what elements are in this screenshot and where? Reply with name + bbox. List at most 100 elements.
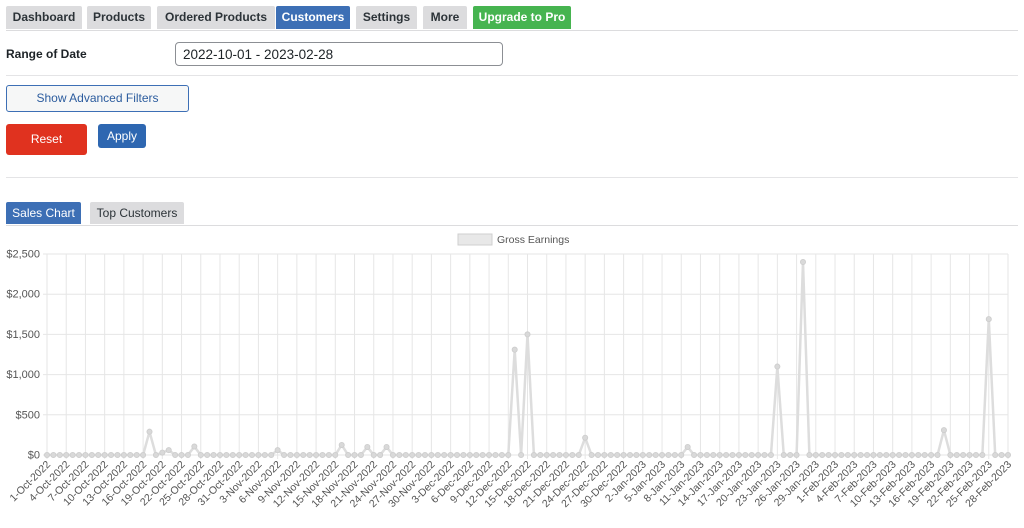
data-point <box>806 451 813 458</box>
data-point <box>780 451 787 458</box>
data-point <box>338 441 345 448</box>
y-tick-label: $2,500 <box>6 249 40 261</box>
apply-button[interactable]: Apply <box>98 124 146 148</box>
data-point <box>377 451 384 458</box>
data-point <box>159 449 166 456</box>
data-point <box>210 451 217 458</box>
data-point <box>140 451 147 458</box>
data-point <box>710 451 717 458</box>
main-nav-tabs: Dashboard Products Ordered Products Cust… <box>6 6 1018 31</box>
data-point <box>844 451 851 458</box>
data-point <box>441 451 448 458</box>
data-point <box>767 451 774 458</box>
data-point <box>332 451 339 458</box>
data-point <box>415 451 422 458</box>
data-point <box>543 451 550 458</box>
data-point <box>300 451 307 458</box>
data-point <box>396 451 403 458</box>
data-point <box>985 316 992 323</box>
data-point <box>627 451 634 458</box>
y-tick-label: $500 <box>16 409 40 421</box>
data-point <box>63 451 70 458</box>
data-point <box>947 451 954 458</box>
chart-tabs: Sales Chart Top Customers <box>6 202 1018 226</box>
data-point <box>940 427 947 434</box>
data-point <box>319 451 326 458</box>
data-point <box>95 451 102 458</box>
tab-more[interactable]: More <box>423 6 467 29</box>
tab-customers[interactable]: Customers <box>276 6 350 29</box>
data-point <box>114 451 121 458</box>
data-point <box>908 451 915 458</box>
data-point <box>703 451 710 458</box>
data-point <box>614 451 621 458</box>
data-point <box>454 451 461 458</box>
data-point <box>82 451 89 458</box>
data-point <box>665 451 672 458</box>
data-point <box>748 451 755 458</box>
y-tick-label: $2,000 <box>6 289 40 301</box>
data-point <box>313 451 320 458</box>
data-point <box>184 451 191 458</box>
legend-swatch <box>457 233 493 246</box>
data-point <box>197 451 204 458</box>
data-point <box>518 451 525 458</box>
data-point <box>934 451 941 458</box>
data-point <box>620 451 627 458</box>
data-point <box>466 451 473 458</box>
data-point <box>537 451 544 458</box>
data-point <box>550 451 557 458</box>
data-point <box>409 451 416 458</box>
data-point <box>255 451 262 458</box>
data-point <box>511 346 518 353</box>
tab-upgrade-to-pro[interactable]: Upgrade to Pro <box>473 6 571 29</box>
data-point <box>761 451 768 458</box>
data-point <box>287 451 294 458</box>
data-point <box>69 451 76 458</box>
reset-button[interactable]: Reset <box>6 124 87 155</box>
data-point <box>575 451 582 458</box>
data-point <box>428 451 435 458</box>
date-range-input[interactable] <box>175 42 503 66</box>
tab-settings[interactable]: Settings <box>356 6 417 29</box>
tab-ordered-products[interactable]: Ordered Products <box>157 6 275 29</box>
data-point <box>370 451 377 458</box>
data-point <box>742 451 749 458</box>
data-point <box>992 451 999 458</box>
tab-products[interactable]: Products <box>87 6 151 29</box>
data-point <box>236 451 243 458</box>
data-point <box>274 447 281 454</box>
tab-top-customers[interactable]: Top Customers <box>90 202 184 224</box>
data-point <box>44 451 51 458</box>
data-point <box>524 331 531 338</box>
data-point <box>460 451 467 458</box>
data-point <box>671 451 678 458</box>
y-tick-label: $0 <box>28 450 40 462</box>
data-point <box>562 451 569 458</box>
data-point <box>819 451 826 458</box>
data-point <box>960 451 967 458</box>
data-point <box>325 451 332 458</box>
data-point <box>851 451 858 458</box>
divider <box>6 75 1018 76</box>
data-point <box>486 451 493 458</box>
data-point <box>127 451 134 458</box>
data-point <box>755 451 762 458</box>
data-point <box>191 443 198 450</box>
data-point <box>530 451 537 458</box>
data-point <box>876 451 883 458</box>
data-point <box>421 451 428 458</box>
data-point <box>165 447 172 454</box>
data-point <box>434 451 441 458</box>
show-advanced-filters-button[interactable]: Show Advanced Filters <box>6 85 189 112</box>
data-point <box>832 451 839 458</box>
data-point <box>76 451 83 458</box>
data-point <box>479 451 486 458</box>
data-point <box>812 451 819 458</box>
tab-sales-chart[interactable]: Sales Chart <box>6 202 81 224</box>
data-point <box>799 259 806 266</box>
tab-dashboard[interactable]: Dashboard <box>6 6 82 29</box>
data-point <box>787 451 794 458</box>
data-point <box>639 451 646 458</box>
data-point <box>601 451 608 458</box>
